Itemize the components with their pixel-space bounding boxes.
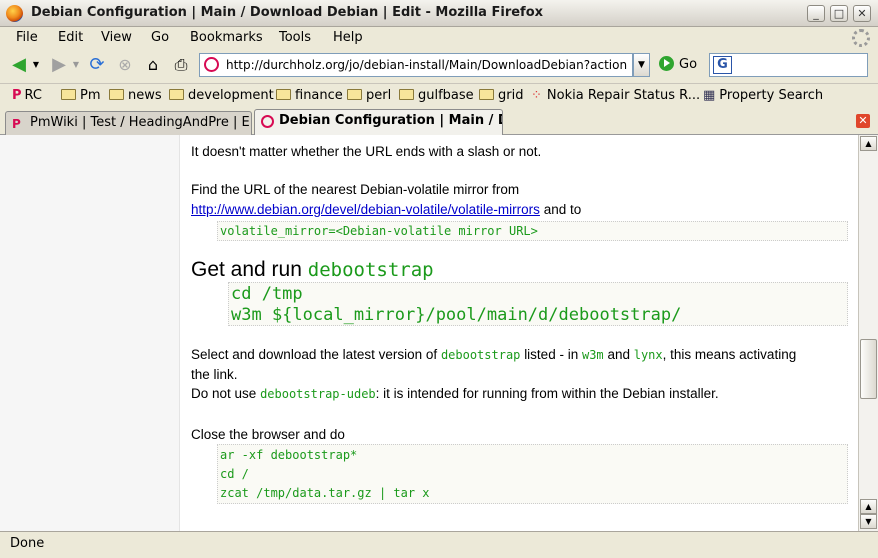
paragraph-volatile-link-line: http://www.debian.org/devel/debian-volat… <box>191 202 582 217</box>
paragraph-close-browser: Close the browser and do <box>191 427 345 442</box>
menu-view[interactable]: View <box>101 30 132 45</box>
pmwiki-icon: P <box>12 88 22 103</box>
paragraph-the-link: the link. <box>191 367 238 382</box>
folder-icon <box>399 89 414 100</box>
scroll-thumb[interactable] <box>860 339 877 399</box>
menu-help[interactable]: Help <box>333 30 363 45</box>
bookmark-gulfbase[interactable]: gulfbase <box>399 88 474 103</box>
debian-favicon-icon <box>261 115 274 128</box>
back-dropdown-icon[interactable]: ▼ <box>30 55 42 75</box>
paragraph-select-download: Select and download the latest version o… <box>191 347 797 362</box>
heading-get-and-run: Get and run debootstrap <box>191 258 434 281</box>
bookmark-nokia[interactable]: ⁘ Nokia Repair Status R... <box>531 88 700 103</box>
print-icon[interactable]: ⎙ <box>170 55 192 75</box>
menu-bookmarks[interactable]: Bookmarks <box>190 30 263 45</box>
menu-bar: File Edit View Go Bookmarks Tools Help <box>0 27 878 49</box>
close-button[interactable]: ✕ <box>853 5 871 22</box>
folder-icon <box>479 89 494 100</box>
reload-icon[interactable]: ⟳ <box>86 55 108 75</box>
vertical-scrollbar[interactable]: ▲ ▲ ▼ <box>858 135 878 531</box>
google-search-engine-icon[interactable]: G <box>713 56 732 74</box>
title-bar: Debian Configuration | Main / Download D… <box>0 0 878 27</box>
menu-tools[interactable]: Tools <box>279 30 311 45</box>
folder-icon <box>61 89 76 100</box>
status-bar: Done <box>0 531 878 558</box>
go-label: Go <box>679 57 698 72</box>
back-arrow-icon[interactable]: ◀ <box>8 55 30 75</box>
wiki-sidebar <box>0 135 180 531</box>
firefox-logo-icon <box>6 5 23 22</box>
volatile-mirrors-link[interactable]: http://www.debian.org/devel/debian-volat… <box>191 202 540 217</box>
page-content: It doesn't matter whether the URL ends w… <box>0 135 858 531</box>
url-input[interactable]: http://durchholz.org/jo/debian-install/M… <box>226 58 628 72</box>
folder-icon <box>169 89 184 100</box>
url-dropdown-icon[interactable]: ▼ <box>633 53 650 77</box>
scroll-down-icon[interactable]: ▼ <box>860 514 877 529</box>
bookmark-grid[interactable]: grid <box>479 88 523 103</box>
bookmark-development[interactable]: development <box>169 88 274 103</box>
code-block-get-debootstrap: cd /tmp w3m ${local_mirror}/pool/main/d/… <box>228 282 848 326</box>
bookmark-rc[interactable]: P RC <box>12 88 42 103</box>
menu-file[interactable]: File <box>16 30 38 45</box>
bookmark-news[interactable]: news <box>109 88 162 103</box>
minimize-button[interactable]: _ <box>807 5 825 22</box>
throbber-icon <box>852 29 870 47</box>
go-button[interactable]: Go <box>659 55 697 75</box>
bookmarks-toolbar: P RC Pm news development finance perl gul… <box>0 83 878 108</box>
tab-pmwiki[interactable]: P PmWiki | Test / HeadingAndPre | E... <box>5 111 252 135</box>
menu-edit[interactable]: Edit <box>58 30 83 45</box>
bookmark-finance[interactable]: finance <box>276 88 343 103</box>
paragraph-volatile-mirror: Find the URL of the nearest Debian-volat… <box>191 182 520 197</box>
tab-bar: P PmWiki | Test / HeadingAndPre | E... D… <box>0 108 878 135</box>
nokia-icon: ⁘ <box>531 88 542 103</box>
home-icon[interactable]: ⌂ <box>142 55 164 75</box>
debian-favicon-icon <box>204 57 219 72</box>
folder-icon <box>109 89 124 100</box>
scroll-up-lower-icon[interactable]: ▲ <box>860 499 877 514</box>
maximize-button[interactable]: □ <box>830 5 848 22</box>
forward-arrow-icon[interactable]: ▶ <box>48 55 70 75</box>
folder-icon <box>347 89 362 100</box>
paragraph-url-slash: It doesn't matter whether the URL ends w… <box>191 144 542 159</box>
property-icon: ▦ <box>703 88 716 103</box>
tab-debian-configuration[interactable]: Debian Configuration | Main / D... <box>254 109 503 135</box>
bookmark-pm[interactable]: Pm <box>61 88 101 103</box>
status-text: Done <box>10 536 45 551</box>
search-box[interactable]: G <box>709 53 868 77</box>
scroll-up-icon[interactable]: ▲ <box>860 136 877 151</box>
go-arrow-icon <box>659 56 674 71</box>
stop-icon[interactable]: ⊗ <box>114 55 136 75</box>
code-block-extract: ar -xf debootstrap* cd / zcat /tmp/data.… <box>217 444 848 504</box>
menu-go[interactable]: Go <box>151 30 169 45</box>
folder-icon <box>276 89 291 100</box>
forward-dropdown-icon[interactable]: ▼ <box>70 55 82 75</box>
close-tab-icon[interactable]: ✕ <box>856 114 870 128</box>
bookmark-perl[interactable]: perl <box>347 88 391 103</box>
url-bar[interactable]: http://durchholz.org/jo/debian-install/M… <box>199 53 633 77</box>
pmwiki-icon: P <box>12 117 21 131</box>
window-title: Debian Configuration | Main / Download D… <box>31 5 544 20</box>
code-block-volatile-mirror: volatile_mirror=<Debian-volatile mirror … <box>217 221 848 241</box>
bookmark-property-search[interactable]: ▦ Property Search <box>703 88 823 103</box>
paragraph-do-not-use: Do not use debootstrap-udeb: it is inten… <box>191 386 719 401</box>
